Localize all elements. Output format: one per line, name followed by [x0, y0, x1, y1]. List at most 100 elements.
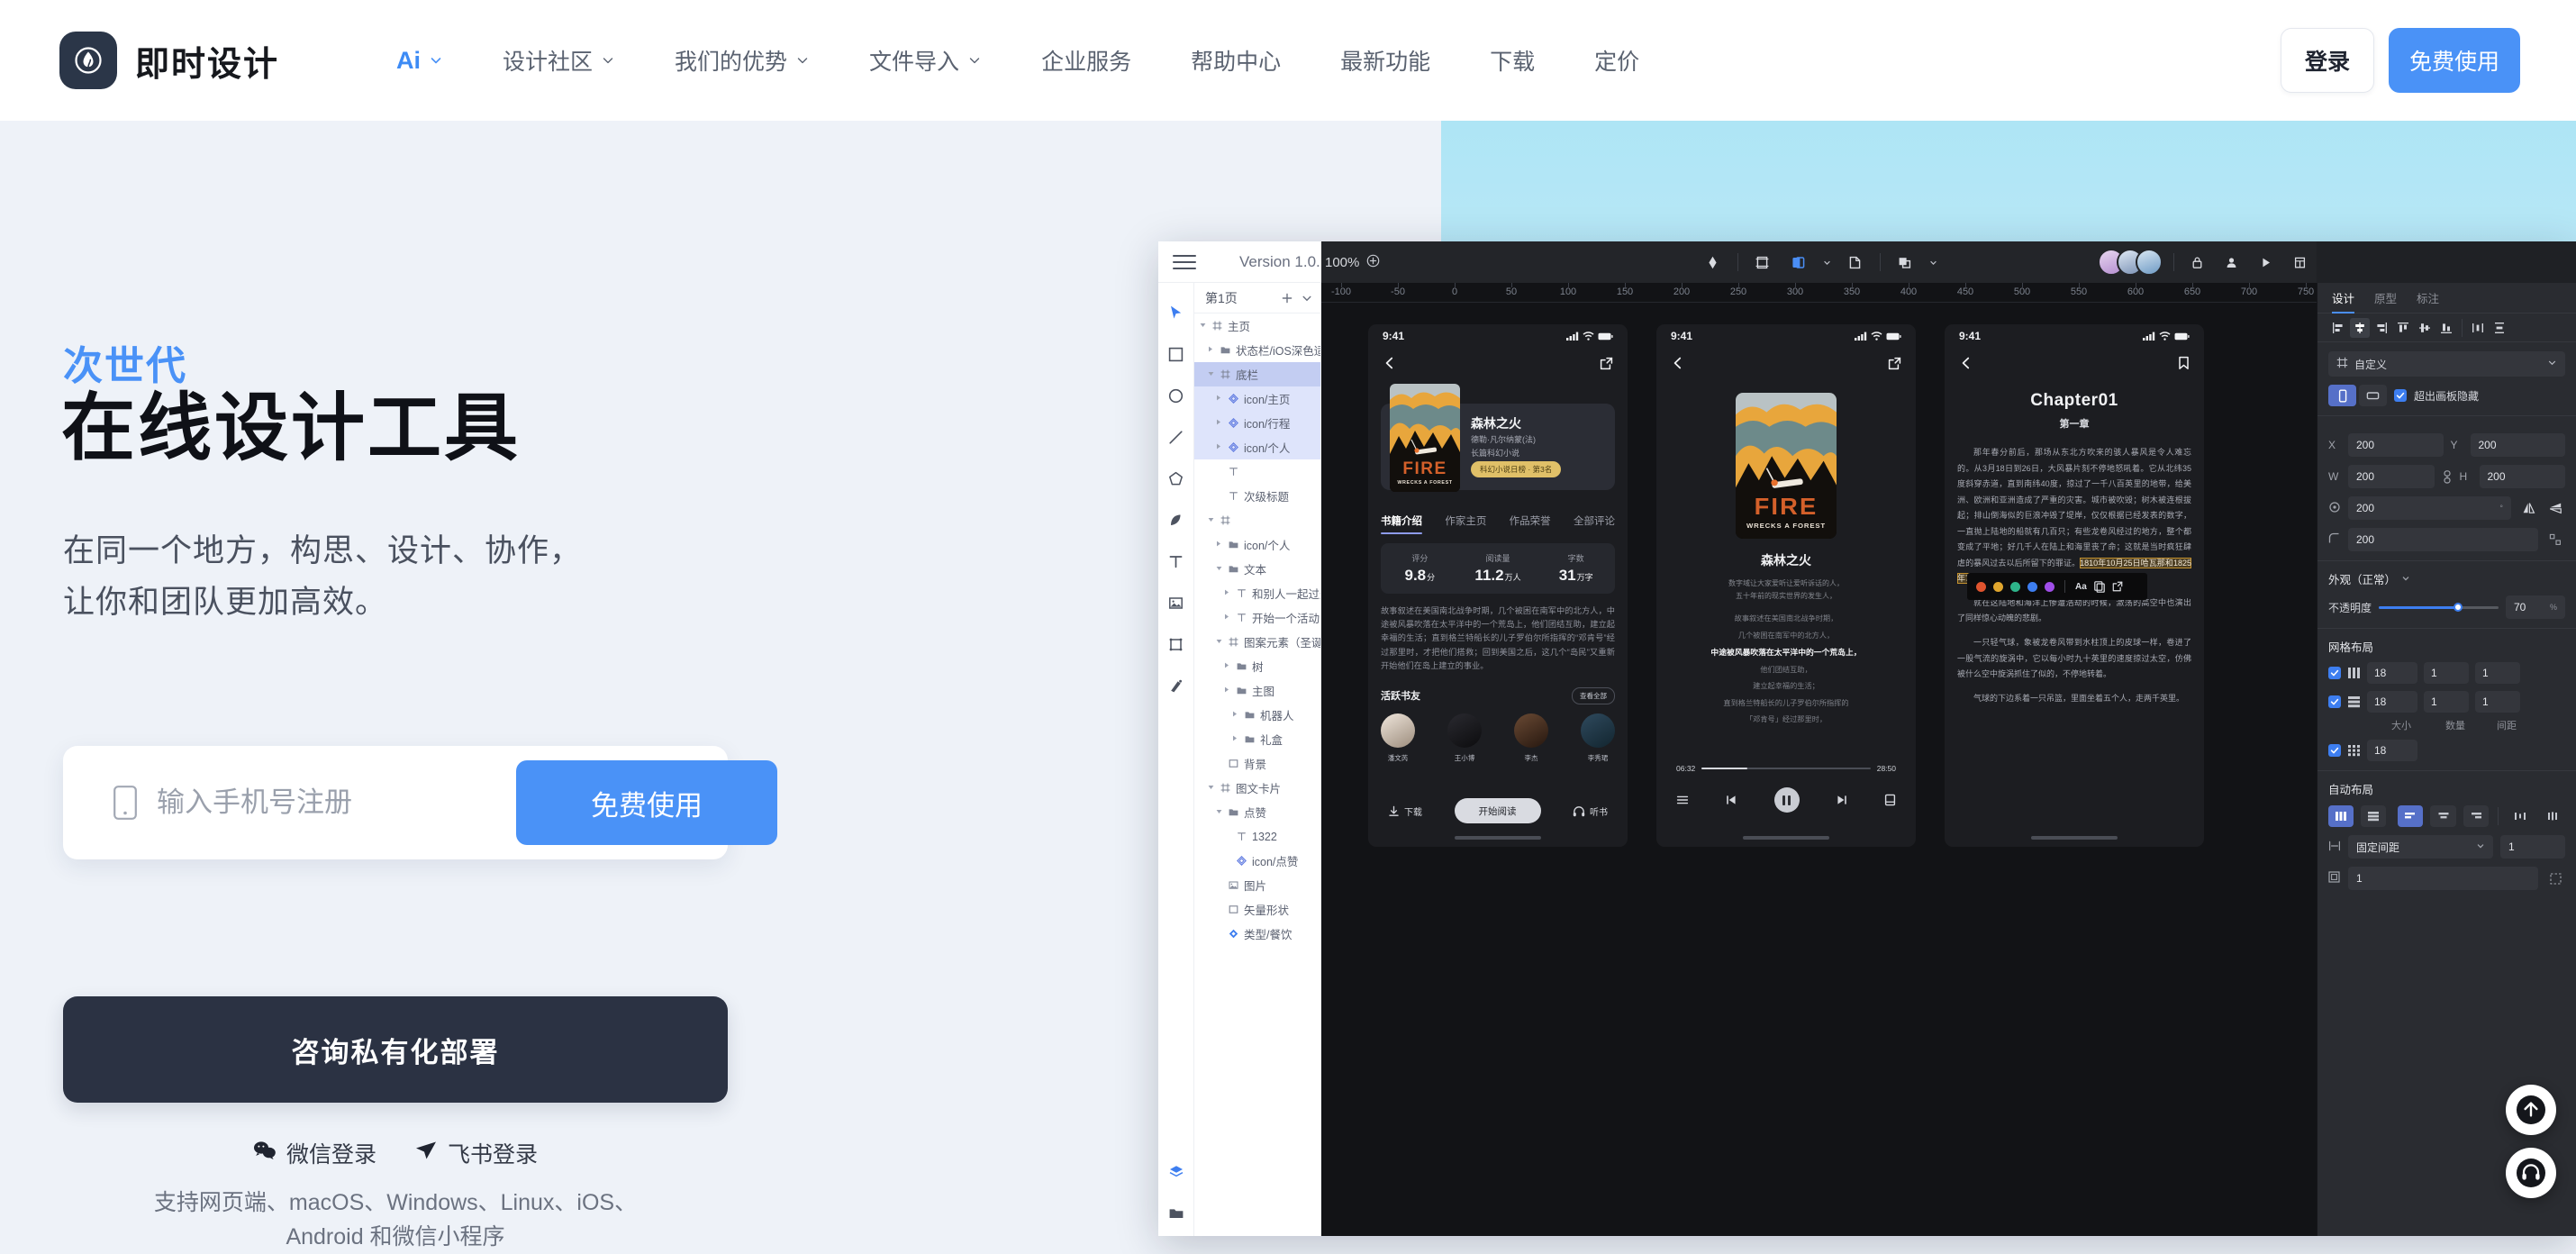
layer-row[interactable]: 底栏 — [1194, 362, 1320, 386]
copy-icon[interactable] — [2094, 581, 2105, 593]
chevron-left-icon[interactable] — [1383, 356, 1397, 370]
scroll-to-top-fab[interactable] — [2506, 1085, 2556, 1135]
playback-progress[interactable]: 06:32 28:50 — [1676, 764, 1896, 773]
next-track-icon[interactable] — [1836, 795, 1848, 805]
layer-expand-icon[interactable] — [1216, 566, 1223, 573]
layer-row[interactable]: icon/主页 — [1194, 386, 1320, 411]
align-middle-v-icon[interactable] — [2415, 318, 2435, 338]
share-icon[interactable] — [2112, 581, 2123, 592]
h-field[interactable]: 200 — [2480, 465, 2566, 488]
layer-row[interactable]: 背景 — [1194, 751, 1320, 776]
view-all-button[interactable]: 查看全部 — [1572, 687, 1615, 704]
highlight-color-yellow[interactable] — [1993, 582, 2003, 592]
signup-button[interactable]: 免费使用 — [2389, 28, 2520, 93]
previous-track-icon[interactable] — [1725, 795, 1737, 805]
flip-vertical-icon[interactable] — [2545, 498, 2565, 518]
layer-row[interactable]: 文本 — [1194, 557, 1320, 581]
share-icon[interactable] — [1888, 357, 1901, 370]
grid-enable-checkbox[interactable] — [2328, 744, 2341, 757]
rotation-field[interactable]: 200° — [2348, 496, 2511, 520]
boolean-icon[interactable] — [1893, 250, 1917, 274]
layer-row[interactable]: 点赞 — [1194, 800, 1320, 824]
component-icon[interactable] — [1787, 250, 1810, 274]
rectangle-tool-icon[interactable] — [1166, 344, 1186, 364]
tab-prototype[interactable]: 原型 — [2374, 283, 2397, 314]
layer-expand-icon[interactable] — [1232, 711, 1239, 719]
layer-row[interactable] — [1194, 508, 1320, 532]
frame-preset-dropdown[interactable]: 自定义 — [2328, 351, 2565, 377]
avatar[interactable] — [2136, 249, 2163, 276]
grid-square-icon[interactable] — [2347, 744, 2361, 757]
pen-vector-icon[interactable] — [1701, 250, 1725, 274]
layer-expand-icon[interactable] — [1216, 541, 1223, 549]
opacity-field[interactable]: 70% — [2506, 595, 2565, 619]
listen-button[interactable]: 听书 — [1573, 804, 1608, 818]
chevron-down-icon[interactable] — [1929, 259, 1937, 267]
layer-expand-icon[interactable] — [1208, 371, 1215, 378]
private-deployment-button[interactable]: 咨询私有化部署 — [63, 996, 728, 1103]
padding-value-field[interactable]: 1 — [2348, 867, 2538, 890]
layer-row[interactable]: 1322 — [1194, 824, 1320, 849]
align-start-icon[interactable] — [2398, 805, 2423, 827]
layer-row[interactable]: 主页 — [1194, 314, 1320, 338]
grid-count-field[interactable]: 1 — [2424, 691, 2469, 713]
align-top-icon[interactable] — [2393, 318, 2413, 338]
start-reading-button[interactable]: 开始阅读 — [1455, 798, 1541, 823]
layer-row[interactable]: icon/点赞 — [1194, 849, 1320, 873]
layer-row[interactable]: 和别人一起过圣诞节！ — [1194, 581, 1320, 605]
portrait-icon[interactable] — [2328, 385, 2356, 406]
share-user-icon[interactable] — [2219, 250, 2243, 274]
grid-count-field[interactable]: 1 — [2424, 662, 2469, 684]
feishu-login-button[interactable]: 飞书登录 — [414, 1137, 538, 1169]
layer-expand-icon[interactable] — [1208, 785, 1215, 792]
spacing-value-field[interactable]: 1 — [2500, 835, 2565, 859]
line-tool-icon[interactable] — [1166, 427, 1186, 447]
artboard-book-detail[interactable]: 9:41 — [1368, 324, 1628, 847]
layer-expand-icon[interactable] — [1232, 735, 1239, 743]
tab-intro[interactable]: 书籍介绍 — [1381, 513, 1422, 534]
appearance-title[interactable]: 外观（正常） — [2328, 570, 2565, 587]
layer-row[interactable]: 机器人 — [1194, 703, 1320, 727]
chevron-left-icon[interactable] — [1959, 356, 1973, 370]
tab-annotation[interactable]: 标注 — [2417, 283, 2439, 314]
x-field[interactable]: 200 — [2348, 433, 2444, 457]
grid-gutter-field[interactable]: 1 — [2475, 662, 2520, 684]
layer-expand-icon[interactable] — [1216, 443, 1223, 451]
brush-tool-icon[interactable] — [1166, 676, 1186, 695]
layer-row[interactable] — [1194, 459, 1320, 484]
phone-input[interactable] — [157, 786, 516, 819]
padding-detail-icon[interactable] — [2545, 868, 2565, 888]
nav-item-enterprise[interactable]: 企业服务 — [1011, 33, 1161, 87]
layout-vertical-icon[interactable] — [2361, 805, 2386, 827]
progress-bar[interactable] — [1701, 768, 1870, 769]
align-center-icon[interactable] — [2430, 805, 2455, 827]
corner-radius-field[interactable]: 200 — [2348, 528, 2538, 551]
tab-honors[interactable]: 作品荣誉 — [1510, 513, 1551, 534]
spacing-mode-dropdown[interactable]: 固定间距 — [2348, 835, 2493, 859]
page-name[interactable]: 第1页 — [1205, 289, 1238, 307]
highlight-color-purple[interactable] — [2045, 582, 2054, 592]
layer-row[interactable]: 图文卡片 — [1194, 776, 1320, 800]
text-tool-icon[interactable] — [1166, 551, 1186, 571]
layer-row[interactable]: 状态栏/iOS深色适用 — [1194, 338, 1320, 362]
artboard-audio-player[interactable]: 9:41 — [1656, 324, 1916, 847]
layer-expand-icon[interactable] — [1224, 613, 1231, 622]
plus-icon[interactable] — [1281, 292, 1293, 304]
align-bottom-icon[interactable] — [2436, 318, 2456, 338]
link-ratio-icon[interactable] — [2442, 470, 2453, 484]
layer-row[interactable]: 次级标题 — [1194, 484, 1320, 508]
list-item[interactable]: 王小博 — [1447, 713, 1482, 763]
clip-content-checkbox[interactable] — [2394, 389, 2407, 402]
chevron-left-icon[interactable] — [1671, 356, 1685, 370]
highlight-color-green[interactable] — [2010, 582, 2020, 592]
grid-enable-checkbox[interactable] — [2328, 667, 2341, 679]
layer-expand-icon[interactable] — [1216, 395, 1223, 403]
layer-row[interactable]: 图片 — [1194, 873, 1320, 897]
grid-size-field[interactable]: 18 — [2367, 740, 2417, 761]
share-icon[interactable] — [1600, 357, 1613, 370]
grid-gutter-field[interactable]: 1 — [2475, 691, 2520, 713]
layer-row[interactable]: icon/个人 — [1194, 435, 1320, 459]
brand-logo[interactable]: 即时设计 — [59, 32, 279, 89]
polygon-tool-icon[interactable] — [1166, 468, 1186, 488]
components-icon[interactable] — [1166, 1162, 1186, 1182]
